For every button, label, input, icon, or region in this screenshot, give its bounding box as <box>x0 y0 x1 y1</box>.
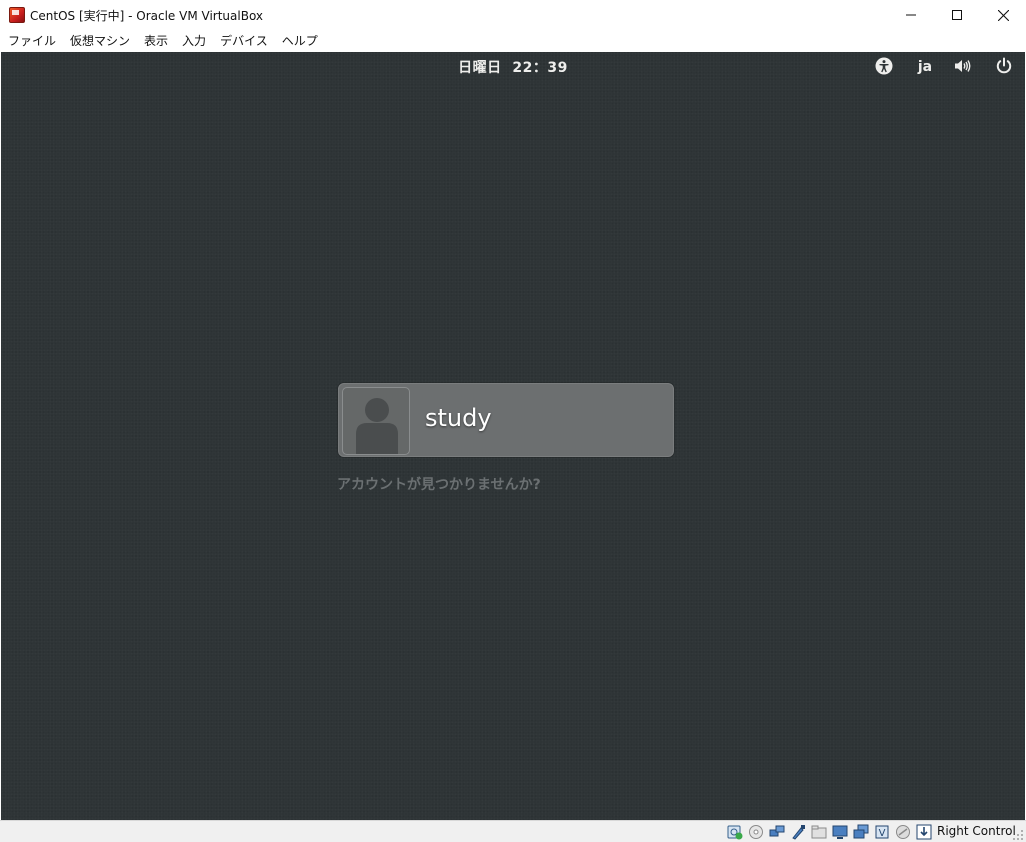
keyboard-capture-icon[interactable] <box>916 824 932 840</box>
window-title: CentOS [実行中] - Oracle VM VirtualBox <box>30 9 264 23</box>
power-icon[interactable] <box>994 56 1014 76</box>
minimize-icon <box>906 14 916 16</box>
network-icon[interactable] <box>769 824 785 840</box>
window-titlebar: CentOS [実行中] - Oracle VM VirtualBox <box>0 0 1026 30</box>
cpu-virtualization-icon[interactable]: V <box>874 824 890 840</box>
resize-grip-icon[interactable] <box>1012 829 1024 841</box>
user-list-item[interactable]: study <box>338 383 674 457</box>
close-icon <box>997 9 1009 21</box>
menu-devices[interactable]: デバイス <box>216 31 272 51</box>
minimize-button[interactable] <box>888 0 934 30</box>
menu-file[interactable]: ファイル <box>4 31 60 51</box>
mouse-integration-icon[interactable] <box>895 824 911 840</box>
menubar: ファイル 仮想マシン 表示 入力 デバイス ヘルプ <box>0 30 1026 52</box>
user-name: study <box>425 404 492 432</box>
optical-drive-icon[interactable] <box>748 824 764 840</box>
virtualbox-app-icon[interactable] <box>9 7 25 23</box>
menu-help[interactable]: ヘルプ <box>278 31 322 51</box>
not-listed-link[interactable]: アカウントが見つかりませんか? <box>337 474 541 494</box>
maximize-icon <box>952 10 962 20</box>
default-user-icon <box>356 398 398 454</box>
input-language-indicator[interactable]: ja <box>913 57 937 77</box>
maximize-button[interactable] <box>934 0 980 30</box>
menu-view[interactable]: 表示 <box>140 31 172 51</box>
gnome-top-bar: 日曜日 22：39 ja <box>1 52 1025 79</box>
video-capture-icon[interactable] <box>853 824 869 840</box>
statusbar: V Right Control <box>0 820 1026 842</box>
menu-machine[interactable]: 仮想マシン <box>66 31 134 51</box>
host-key-label: Right Control <box>937 824 1016 838</box>
svg-text:V: V <box>879 828 886 839</box>
display-icon[interactable] <box>832 824 848 840</box>
hard-disk-icon[interactable] <box>727 824 743 840</box>
shared-folders-icon[interactable] <box>811 824 827 840</box>
guest-display[interactable]: 日曜日 22：39 ja study アカウントが見つかりませんか? <box>1 52 1025 820</box>
menu-input[interactable]: 入力 <box>178 31 210 51</box>
avatar <box>342 387 410 455</box>
usb-icon[interactable] <box>790 824 806 840</box>
accessibility-icon[interactable] <box>874 56 894 76</box>
clock[interactable]: 日曜日 22：39 <box>1 57 1025 77</box>
close-button[interactable] <box>980 0 1026 30</box>
volume-icon[interactable] <box>953 56 973 76</box>
